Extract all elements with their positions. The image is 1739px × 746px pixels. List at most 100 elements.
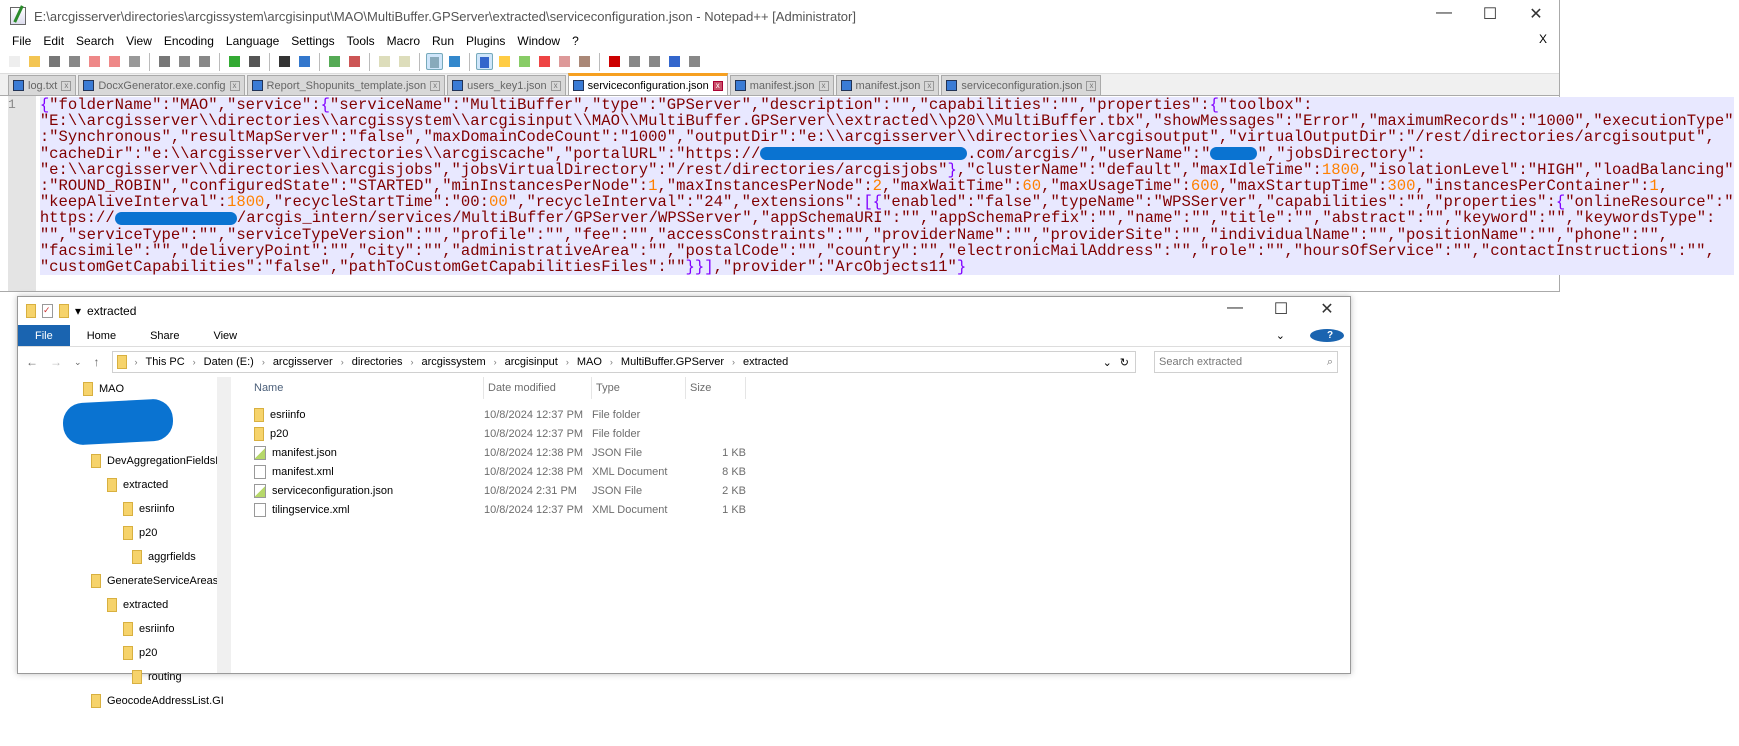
tab-users-key1-json[interactable]: users_key1.jsonx xyxy=(447,75,566,95)
nav-scrollbar[interactable] xyxy=(217,377,231,673)
breadcrumb-chevron-icon[interactable]: › xyxy=(193,357,196,367)
help-icon[interactable]: ? xyxy=(1310,329,1344,342)
nav-item[interactable]: routing xyxy=(18,665,233,689)
menu-item[interactable]: Macro xyxy=(381,34,426,48)
close-all-icon[interactable] xyxy=(106,53,123,70)
file-row[interactable]: p2010/8/2024 12:37 PMFile folder xyxy=(250,424,1350,443)
nav-item[interactable]: esriinfo xyxy=(18,617,233,641)
stop-macro-icon[interactable] xyxy=(626,53,643,70)
tab-docxgenerator-exe-config[interactable]: DocxGenerator.exe.configx xyxy=(78,75,244,95)
code-line[interactable]: {"folderName":"MAO","service":{"serviceN… xyxy=(40,97,1734,113)
menu-item[interactable]: Tools xyxy=(341,34,381,48)
address-bar[interactable]: ›This PC›Daten (E:)›arcgisserver›directo… xyxy=(112,351,1136,373)
code-line[interactable]: "E:\\arcgisserver\\directories\\arcgissy… xyxy=(40,113,1734,129)
find-icon[interactable] xyxy=(276,53,293,70)
tab-serviceconfiguration-json[interactable]: serviceconfiguration.jsonx xyxy=(941,75,1101,95)
record-macro-icon[interactable] xyxy=(606,53,623,70)
sync-v-icon[interactable] xyxy=(376,53,393,70)
code-line[interactable]: :"Synchronous","resultMapServer":"false"… xyxy=(40,129,1734,145)
nav-item[interactable]: p20 xyxy=(18,641,233,665)
save-macro-icon[interactable] xyxy=(686,53,703,70)
back-icon[interactable]: ← xyxy=(26,355,38,369)
breadcrumb-chevron-icon[interactable]: › xyxy=(341,357,344,367)
refresh-icon[interactable]: ↻ xyxy=(1120,356,1129,369)
file-row[interactable]: tilingservice.xml10/8/2024 12:37 PMXML D… xyxy=(250,500,1350,519)
breadcrumb-chevron-icon[interactable]: › xyxy=(262,357,265,367)
indent-guide-icon[interactable] xyxy=(476,53,493,70)
breadcrumb-item[interactable]: This PC xyxy=(146,356,185,368)
tab-report-shopunits-template-json[interactable]: Report_Shopunits_template.jsonx xyxy=(247,75,446,95)
menu-item[interactable]: File xyxy=(6,34,37,48)
code-line[interactable]: :"ROUND_ROBIN","configuredState":"STARTE… xyxy=(40,178,1734,194)
tab-close-icon[interactable]: x xyxy=(551,81,561,91)
properties-icon[interactable]: ✓ xyxy=(42,304,53,318)
breadcrumb-item[interactable]: arcgisinput xyxy=(505,356,558,368)
tab-close-icon[interactable]: x xyxy=(713,81,723,91)
breadcrumb-chevron-icon[interactable]: › xyxy=(135,357,138,367)
breadcrumb-item[interactable]: MultiBuffer.GPServer xyxy=(621,356,724,368)
nav-item[interactable]: DevAggregationFieldsE xyxy=(18,449,233,473)
tab-close-icon[interactable]: x xyxy=(61,81,71,91)
tab-close-icon[interactable]: x xyxy=(1086,81,1096,91)
menu-item[interactable]: Run xyxy=(426,34,460,48)
folder-workspace-icon[interactable] xyxy=(556,53,573,70)
menu-item[interactable]: Plugins xyxy=(460,34,511,48)
maximize-button[interactable]: ☐ xyxy=(1467,4,1513,24)
monitor-icon[interactable] xyxy=(576,53,593,70)
breadcrumb-chevron-icon[interactable]: › xyxy=(410,357,413,367)
column-header-name[interactable]: Name xyxy=(250,377,484,399)
nav-item[interactable]: extracted xyxy=(18,593,233,617)
save-icon[interactable] xyxy=(46,53,63,70)
replace-icon[interactable] xyxy=(296,53,313,70)
breadcrumb-item[interactable]: extracted xyxy=(743,356,788,368)
new-icon[interactable] xyxy=(6,53,23,70)
explorer-close-button[interactable]: ✕ xyxy=(1304,299,1350,319)
code-line[interactable]: "keepAliveInterval":1800,"recycleStartTi… xyxy=(40,194,1734,210)
editor[interactable]: 1 {"folderName":"MAO","service":{"servic… xyxy=(8,96,1559,291)
print-icon[interactable] xyxy=(126,53,143,70)
paste-icon[interactable] xyxy=(196,53,213,70)
breadcrumb-item[interactable]: MAO xyxy=(577,356,602,368)
menu-item[interactable]: Window xyxy=(511,34,566,48)
nav-item[interactable]: GeocodeAddressList.GI xyxy=(18,689,233,713)
undo-icon[interactable] xyxy=(226,53,243,70)
recent-dropdown-icon[interactable]: ⌄ xyxy=(74,357,82,368)
nav-item[interactable]: esriinfo xyxy=(18,497,233,521)
breadcrumb-chevron-icon[interactable]: › xyxy=(494,357,497,367)
explorer-maximize-button[interactable]: ☐ xyxy=(1258,299,1304,319)
code-line[interactable]: "facsimile":"","deliveryPoint":"","city"… xyxy=(40,243,1734,259)
file-row[interactable]: manifest.xml10/8/2024 12:38 PMXML Docume… xyxy=(250,462,1350,481)
tab-manifest-json[interactable]: manifest.jsonx xyxy=(730,75,834,95)
sync-h-icon[interactable] xyxy=(396,53,413,70)
menu-item[interactable]: Settings xyxy=(285,34,340,48)
show-all-icon[interactable] xyxy=(446,53,463,70)
open-icon[interactable] xyxy=(26,53,43,70)
up-icon[interactable]: ↑ xyxy=(94,355,100,369)
column-header-size[interactable]: Size xyxy=(686,377,746,399)
breadcrumb-chevron-icon[interactable]: › xyxy=(732,357,735,367)
file-row[interactable]: esriinfo10/8/2024 12:37 PMFile folder xyxy=(250,405,1350,424)
search-box[interactable]: Search extracted⌕ xyxy=(1154,351,1338,373)
breadcrumb-item[interactable]: Daten (E:) xyxy=(204,356,254,368)
breadcrumb-item[interactable]: arcgissystem xyxy=(421,356,485,368)
cut-icon[interactable] xyxy=(156,53,173,70)
nav-item[interactable]: GenerateServiceAreas.G xyxy=(18,569,233,593)
close-document-button[interactable]: X xyxy=(1539,32,1547,46)
ribbon-tab-file[interactable]: File xyxy=(18,325,70,346)
tab-manifest-json[interactable]: manifest.jsonx xyxy=(836,75,940,95)
forward-icon[interactable]: → xyxy=(50,355,62,369)
tab-serviceconfiguration-json[interactable]: serviceconfiguration.jsonx xyxy=(568,73,728,95)
menu-item[interactable]: View xyxy=(120,34,158,48)
code-line[interactable]: "customGetCapabilities":"false","pathToC… xyxy=(40,259,1734,275)
minimize-button[interactable]: — xyxy=(1421,4,1467,24)
word-wrap-icon[interactable] xyxy=(426,53,443,70)
close-icon[interactable] xyxy=(86,53,103,70)
redo-icon[interactable] xyxy=(246,53,263,70)
tab-log-txt[interactable]: log.txtx xyxy=(8,75,76,95)
nav-item[interactable]: extracted xyxy=(18,473,233,497)
nav-item[interactable]: MAO xyxy=(18,377,233,401)
explorer-minimize-button[interactable]: — xyxy=(1212,299,1258,319)
tab-close-icon[interactable]: x xyxy=(430,81,440,91)
udl-icon[interactable] xyxy=(496,53,513,70)
menu-item[interactable]: Search xyxy=(70,34,120,48)
